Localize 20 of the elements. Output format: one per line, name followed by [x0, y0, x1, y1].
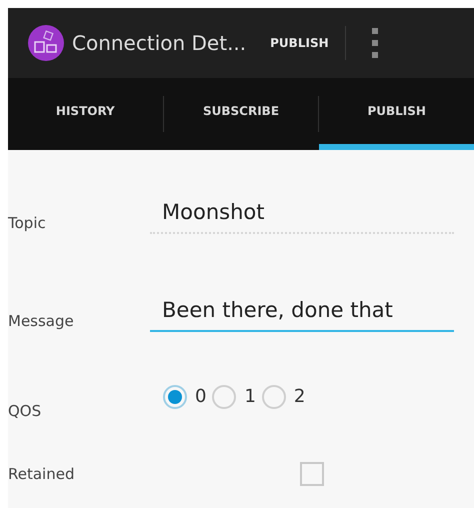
text-field[interactable]: Moonshot: [150, 196, 454, 234]
radio-button[interactable]: [163, 384, 187, 408]
radio-option[interactable]: 1: [212, 383, 256, 410]
radio-button[interactable]: [262, 384, 286, 408]
radio-button[interactable]: [212, 384, 236, 408]
screen-title: Connection Det...: [72, 30, 246, 57]
text-field[interactable]: Been there, done that: [150, 294, 454, 332]
message-label: Message: [8, 310, 75, 332]
topic-label: Topic: [8, 212, 47, 234]
radio-option[interactable]: 0: [163, 383, 206, 410]
retained-label: Retained: [8, 464, 76, 485]
tab[interactable]: PUBLISH: [319, 78, 474, 150]
overflow-menu-icon[interactable]: [372, 28, 378, 58]
qos-label: QOS: [8, 400, 42, 422]
radio-option[interactable]: 2: [262, 383, 306, 410]
publish-action-button[interactable]: PUBLISH: [262, 23, 337, 63]
checkbox[interactable]: [300, 462, 324, 486]
app-icon: [28, 25, 64, 61]
tab[interactable]: HISTORY: [8, 78, 163, 150]
tab[interactable]: SUBSCRIBE: [164, 78, 318, 150]
